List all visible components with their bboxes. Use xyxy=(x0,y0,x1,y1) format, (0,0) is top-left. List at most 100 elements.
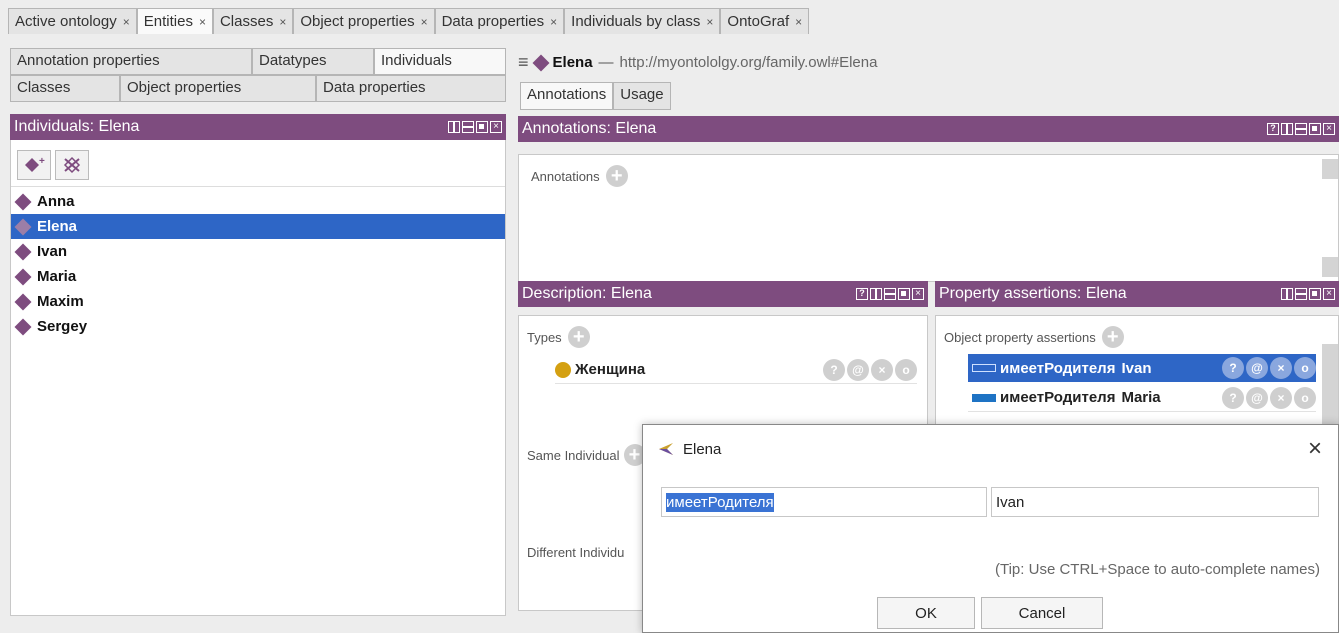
scrollbar-thumb[interactable] xyxy=(1322,159,1338,179)
minimize-icon[interactable] xyxy=(1295,123,1307,135)
edit-icon[interactable]: o xyxy=(1294,357,1316,379)
close-icon[interactable]: × xyxy=(1323,123,1335,135)
tab-data-properties[interactable]: Data properties × xyxy=(434,8,565,34)
individuals-list: Anna Elena Ivan Maria Maxim Sergey xyxy=(11,186,505,339)
item-label: Anna xyxy=(37,193,75,210)
edit-icon[interactable]: o xyxy=(1294,386,1316,409)
assertion-property: имеетРодителя xyxy=(1000,359,1116,377)
help-icon[interactable]: ? xyxy=(1267,123,1279,135)
add-annotation-button[interactable]: + xyxy=(605,165,628,187)
split-icon[interactable] xyxy=(448,121,460,133)
tab-classes[interactable]: Classes × xyxy=(212,8,294,34)
entity-iri: http://myontololgy.org/family.owl#Elena xyxy=(619,54,878,71)
close-icon[interactable]: × xyxy=(706,15,713,29)
delete-individual-icon xyxy=(63,156,81,174)
item-label: Maria xyxy=(37,268,77,285)
tab-label: Entities xyxy=(143,13,193,30)
tab-classes-sub[interactable]: Classes xyxy=(10,75,120,102)
tab-annotation-properties[interactable]: Annotation properties xyxy=(10,48,252,75)
annotate-icon[interactable]: @ xyxy=(1246,357,1268,379)
ok-button[interactable]: OK xyxy=(877,597,975,629)
annotate-icon[interactable]: @ xyxy=(1246,386,1268,409)
edit-icon[interactable]: o xyxy=(895,358,917,381)
object-property-icon xyxy=(972,393,996,402)
help-icon[interactable]: ? xyxy=(856,288,868,300)
minimize-icon[interactable] xyxy=(1295,288,1307,300)
individual-field[interactable]: Ivan xyxy=(991,487,1319,517)
scrollbar-thumb[interactable] xyxy=(1322,257,1338,277)
help-icon[interactable]: ? xyxy=(823,358,845,381)
tab-entities[interactable]: Entities × xyxy=(136,8,213,34)
separator: — xyxy=(598,54,614,71)
assertion-row[interactable]: имеетРодителя Maria ? @ × o xyxy=(968,384,1316,412)
svg-text:+: + xyxy=(39,156,45,167)
item-label: Maxim xyxy=(37,293,84,310)
object-property-icon xyxy=(972,364,996,372)
close-icon[interactable]: × xyxy=(421,15,428,29)
list-item[interactable]: Sergey xyxy=(11,314,505,339)
maximize-icon[interactable] xyxy=(1309,123,1321,135)
add-object-property-button[interactable]: + xyxy=(1101,326,1124,348)
tab-label: Data properties xyxy=(441,13,545,30)
menu-icon[interactable]: ≡ xyxy=(518,52,529,73)
close-icon[interactable]: × xyxy=(123,15,130,29)
close-icon[interactable]: × xyxy=(490,121,502,133)
list-item[interactable]: Maxim xyxy=(11,289,505,314)
help-icon[interactable]: ? xyxy=(1222,357,1244,379)
tab-data-properties-sub[interactable]: Data properties xyxy=(316,75,506,102)
close-icon[interactable]: × xyxy=(795,15,802,29)
minimize-icon[interactable] xyxy=(884,288,896,300)
close-icon[interactable]: × xyxy=(1308,435,1322,463)
annotations-body: Annotations + xyxy=(518,154,1339,282)
assertion-row-selected[interactable]: имеетРодителя Ivan ? @ × o xyxy=(968,354,1316,382)
maximize-icon[interactable] xyxy=(476,121,488,133)
individual-icon xyxy=(14,218,32,235)
delete-icon[interactable]: × xyxy=(1270,386,1292,409)
tab-annotations[interactable]: Annotations xyxy=(520,82,614,110)
maximize-icon[interactable] xyxy=(1309,288,1321,300)
type-row[interactable]: Женщина ? @ × o xyxy=(555,356,917,384)
annotations-label: Annotations xyxy=(531,168,600,184)
list-item-selected[interactable]: Elena xyxy=(11,214,505,239)
tab-individuals[interactable]: Individuals xyxy=(374,48,506,75)
split-icon[interactable] xyxy=(1281,288,1293,300)
split-icon[interactable] xyxy=(1281,123,1293,135)
individual-icon xyxy=(14,243,32,260)
same-individual-label: Same Individual xyxy=(527,447,620,463)
tab-individuals-by-class[interactable]: Individuals by class × xyxy=(564,8,721,34)
delete-individual-button[interactable] xyxy=(55,150,89,180)
property-field[interactable]: имеетРодителя xyxy=(661,487,987,517)
panel-title: Description: Elena xyxy=(522,285,652,302)
object-property-assertions-label: Object property assertions xyxy=(944,329,1096,345)
close-icon[interactable]: × xyxy=(1323,288,1335,300)
list-item[interactable]: Maria xyxy=(11,264,505,289)
tab-ontograf[interactable]: OntoGraf × xyxy=(720,8,810,34)
property-assertions-header: Property assertions: Elena × xyxy=(935,281,1339,307)
help-icon[interactable]: ? xyxy=(1222,386,1244,409)
list-item[interactable]: Ivan xyxy=(11,239,505,264)
cancel-button[interactable]: Cancel xyxy=(981,597,1103,629)
tab-usage[interactable]: Usage xyxy=(613,82,671,110)
tab-active-ontology[interactable]: Active ontology × xyxy=(8,8,137,34)
close-icon[interactable]: × xyxy=(279,15,286,29)
description-panel-header: Description: Elena ? × xyxy=(518,281,928,307)
maximize-icon[interactable] xyxy=(898,288,910,300)
assertion-property: имеетРодителя xyxy=(1000,389,1116,406)
tab-object-properties-sub[interactable]: Object properties xyxy=(120,75,316,102)
annotate-icon[interactable]: @ xyxy=(847,358,869,381)
add-type-button[interactable]: + xyxy=(567,326,590,348)
entity-header: ≡ Elena — http://myontololgy.org/family.… xyxy=(518,52,877,73)
close-icon[interactable]: × xyxy=(912,288,924,300)
scrollbar-thumb[interactable] xyxy=(1322,344,1338,424)
tab-object-properties[interactable]: Object properties × xyxy=(293,8,435,34)
add-individual-button[interactable]: + xyxy=(17,150,51,180)
list-item[interactable]: Anna xyxy=(11,189,505,214)
delete-icon[interactable]: × xyxy=(871,358,893,381)
minimize-icon[interactable] xyxy=(462,121,474,133)
panel-title: Property assertions: Elena xyxy=(939,285,1127,302)
delete-icon[interactable]: × xyxy=(1270,357,1292,379)
close-icon[interactable]: × xyxy=(550,15,557,29)
split-icon[interactable] xyxy=(870,288,882,300)
close-icon[interactable]: × xyxy=(199,15,206,29)
tab-datatypes[interactable]: Datatypes xyxy=(252,48,374,75)
